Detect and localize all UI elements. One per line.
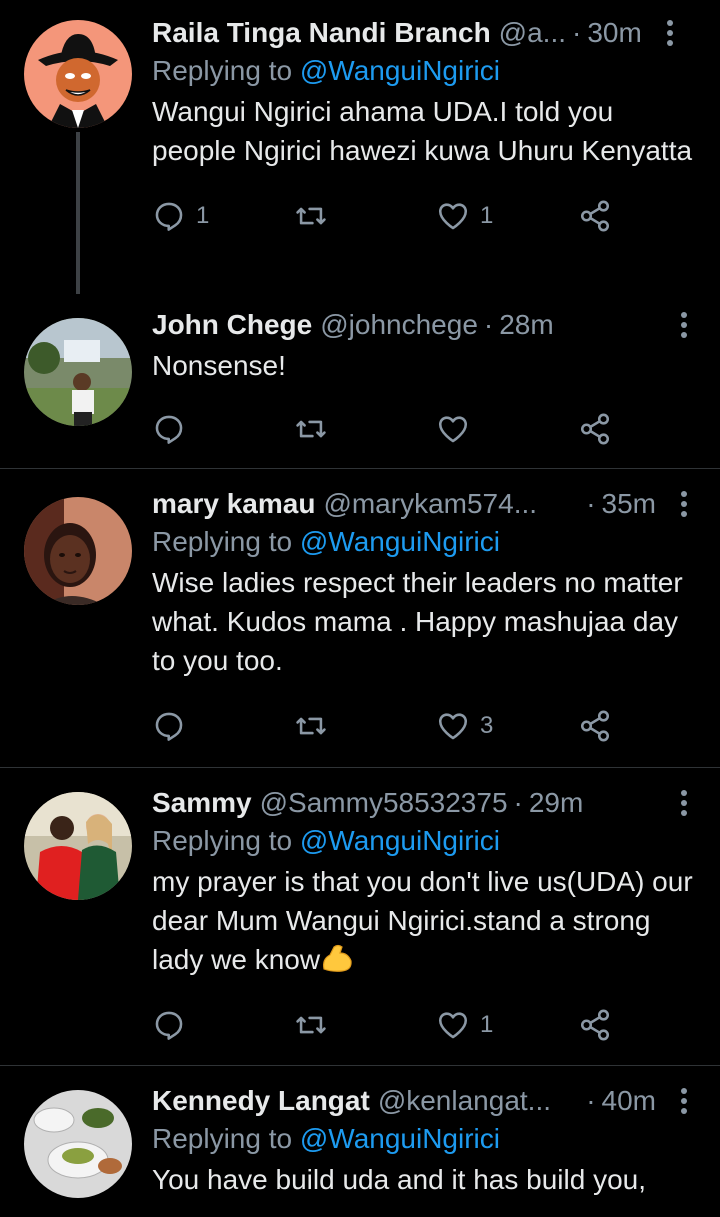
author-name[interactable]: Sammy xyxy=(152,787,252,819)
replying-to: Replying to @WanguiNgirici xyxy=(152,825,500,856)
tweet[interactable]: Raila Tinga Nandi Branch @a... · 30m Rep… xyxy=(0,0,720,294)
share-icon xyxy=(578,709,612,743)
timestamp[interactable]: 30m xyxy=(587,17,641,49)
flexed-biceps-emoji xyxy=(320,943,354,973)
tweet-text: Wise ladies respect their leaders no mat… xyxy=(152,567,683,676)
avatar-column xyxy=(0,1066,152,1216)
tweet-text: Nonsense! xyxy=(152,350,286,381)
mention-link[interactable]: @WanguiNgirici xyxy=(300,526,500,557)
reply-button[interactable] xyxy=(152,412,294,446)
author-handle[interactable]: @Sammy58532375 xyxy=(260,787,508,819)
more-vertical-icon[interactable] xyxy=(672,312,696,338)
author-name[interactable]: Raila Tinga Nandi Branch xyxy=(152,17,491,49)
timestamp[interactable]: 28m xyxy=(499,309,553,341)
timestamp[interactable]: 35m xyxy=(602,488,656,520)
more-vertical-icon[interactable] xyxy=(672,1088,696,1114)
avatar[interactable] xyxy=(24,497,132,605)
more-vertical-icon[interactable] xyxy=(658,20,682,46)
avatar-column xyxy=(0,469,152,767)
avatar[interactable] xyxy=(24,20,132,128)
avatar[interactable] xyxy=(24,1090,132,1198)
action-bar xyxy=(152,401,696,477)
like-count: 1 xyxy=(480,1011,494,1038)
action-bar: 1 xyxy=(152,997,696,1073)
retweet-icon xyxy=(294,412,328,446)
share-button[interactable] xyxy=(578,1008,612,1042)
replying-to: Replying to @WanguiNgirici xyxy=(152,1123,500,1154)
like-icon xyxy=(436,412,470,446)
share-icon xyxy=(578,199,612,233)
tweet-text: You have build uda and it has build you, xyxy=(152,1164,647,1195)
share-icon xyxy=(578,1008,612,1042)
author-name[interactable]: mary kamau xyxy=(152,488,315,520)
tweet[interactable]: John Chege @johnchege · 28m Nonsense! xyxy=(0,294,720,469)
share-button[interactable] xyxy=(578,709,612,743)
avatar-column xyxy=(0,294,152,468)
tweet-text: Wangui Ngirici ahama UDA.I told you peop… xyxy=(152,96,693,166)
action-bar: 1 1 xyxy=(152,188,696,264)
like-icon xyxy=(436,199,470,233)
reply-feed: Raila Tinga Nandi Branch @a... · 30m Rep… xyxy=(0,0,720,1216)
author-handle[interactable]: @johnchege xyxy=(320,309,478,341)
retweet-icon xyxy=(294,1008,328,1042)
replying-to: Replying to @WanguiNgirici xyxy=(152,526,500,557)
reply-icon xyxy=(152,1008,186,1042)
like-count: 3 xyxy=(480,712,494,739)
timestamp[interactable]: 29m xyxy=(529,787,583,819)
share-icon xyxy=(578,412,612,446)
share-button[interactable] xyxy=(578,199,612,233)
reply-button[interactable]: 1 xyxy=(152,199,294,233)
avatar[interactable] xyxy=(24,318,132,426)
reply-button[interactable] xyxy=(152,1008,294,1042)
retweet-button[interactable] xyxy=(294,199,436,233)
retweet-button[interactable] xyxy=(294,1008,436,1042)
reply-icon xyxy=(152,199,186,233)
author-handle[interactable]: @a... xyxy=(499,17,566,49)
like-button[interactable]: 1 xyxy=(436,199,578,233)
like-icon xyxy=(436,709,470,743)
action-bar: 3 xyxy=(152,698,696,774)
author-handle[interactable]: @marykam574... xyxy=(323,488,537,520)
like-button[interactable] xyxy=(436,412,578,446)
thread-line xyxy=(76,132,80,294)
author-handle[interactable]: @kenlangat... xyxy=(378,1085,551,1117)
retweet-icon xyxy=(294,709,328,743)
mention-link[interactable]: @WanguiNgirici xyxy=(300,55,500,86)
tweet[interactable]: mary kamau @marykam574... · 35m Replying… xyxy=(0,469,720,768)
retweet-button[interactable] xyxy=(294,412,436,446)
more-vertical-icon[interactable] xyxy=(672,491,696,517)
like-button[interactable]: 1 xyxy=(436,1008,578,1042)
replying-to: Replying to @WanguiNgirici xyxy=(152,55,500,86)
mention-link[interactable]: @WanguiNgirici xyxy=(300,1123,500,1154)
author-name[interactable]: Kennedy Langat xyxy=(152,1085,370,1117)
avatar-column xyxy=(0,0,152,294)
tweet-text: my prayer is that you don't live us(UDA)… xyxy=(152,866,693,975)
author-name[interactable]: John Chege xyxy=(152,309,312,341)
like-button[interactable]: 3 xyxy=(436,709,578,743)
reply-icon xyxy=(152,412,186,446)
reply-icon xyxy=(152,709,186,743)
more-vertical-icon[interactable] xyxy=(672,790,696,816)
like-icon xyxy=(436,1008,470,1042)
tweet[interactable]: Kennedy Langat @kenlangat... · 40m Reply… xyxy=(0,1066,720,1216)
like-count: 1 xyxy=(480,202,494,229)
retweet-button[interactable] xyxy=(294,709,436,743)
mention-link[interactable]: @WanguiNgirici xyxy=(300,825,500,856)
avatar[interactable] xyxy=(24,792,132,900)
reply-count: 1 xyxy=(196,202,210,229)
timestamp[interactable]: 40m xyxy=(602,1085,656,1117)
retweet-icon xyxy=(294,199,328,233)
reply-button[interactable] xyxy=(152,709,294,743)
share-button[interactable] xyxy=(578,412,612,446)
tweet[interactable]: Sammy @Sammy58532375 · 29m Replying to @… xyxy=(0,768,720,1066)
avatar-column xyxy=(0,768,152,1065)
